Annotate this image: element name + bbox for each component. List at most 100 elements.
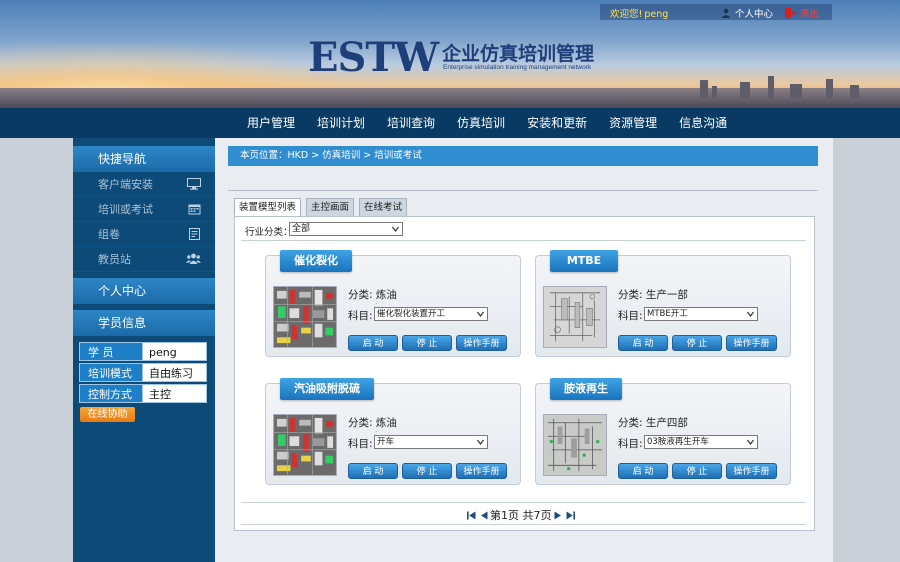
nav-training-query[interactable]: 培训查询 [376, 108, 446, 138]
info-value: 自由练习 [143, 363, 207, 382]
subject-label: 科目: [618, 438, 643, 450]
skyline-building [712, 86, 717, 98]
model-card: 催化裂化 分类: 炼油 科目: 催化裂化装置开工 启 动 停 止 操作手册 [265, 250, 521, 357]
model-thumbnail[interactable] [273, 286, 337, 348]
subject-value: MTBE开工 [647, 309, 688, 319]
sidebar: 快捷导航 客户端安装 培训或考试 组卷 教员站 个人中心 学员信息 学 员 pe… [73, 138, 215, 562]
start-button[interactable]: 启 动 [618, 335, 668, 351]
info-label: 控制方式 [79, 384, 143, 403]
model-category: 分类: 生产一部 [618, 289, 688, 301]
stop-button[interactable]: 停 止 [672, 335, 722, 351]
sidebar-spacer [73, 138, 215, 146]
sidebar-item-label: 客户端安装 [98, 178, 153, 191]
model-thumbnail[interactable] [543, 414, 607, 476]
nav-install-update[interactable]: 安装和更新 [516, 108, 598, 138]
industry-filter-select[interactable]: 全部 [289, 222, 403, 236]
manual-button[interactable]: 操作手册 [456, 335, 507, 351]
welcome-message: 欢迎您! peng [610, 6, 668, 20]
industry-filter-value: 全部 [292, 224, 311, 234]
logout-label: 退出 [800, 9, 820, 20]
last-page-icon[interactable] [566, 511, 575, 520]
tab-main-control-screen[interactable]: 主控画面 [306, 198, 355, 216]
model-card-title: MTBE [550, 250, 618, 272]
subject-label: 科目: [618, 310, 643, 322]
online-help-button[interactable]: 在线协助 [80, 407, 135, 422]
subject-value: 开车 [377, 437, 395, 447]
industry-filter-label: 行业分类： [245, 227, 293, 238]
skyline-building [740, 82, 750, 98]
next-page-icon[interactable] [554, 511, 562, 520]
info-row-control-mode: 控制方式 主控 [79, 384, 207, 403]
profile-label: 个人中心 [735, 9, 774, 20]
nav-training-plan[interactable]: 培训计划 [306, 108, 376, 138]
subject-value: 03胺液再生开车 [647, 437, 709, 447]
model-card: 胺液再生 分类: 生产四部 科目: 03胺液再生开车 启 动 停 止 操作手册 [535, 378, 791, 485]
card-actions: 启 动 停 止 操作手册 [348, 335, 511, 351]
manual-button[interactable]: 操作手册 [726, 463, 777, 479]
skyline-building [768, 76, 774, 98]
nav-simulation-training[interactable]: 仿真培训 [446, 108, 516, 138]
chevron-down-icon [747, 439, 754, 445]
logo-chinese-title: 企业仿真培训管理 [442, 43, 595, 65]
stop-button[interactable]: 停 止 [402, 335, 452, 351]
logo-subtitle: Enterprise simulation training managemen… [443, 64, 592, 71]
main-navigation: 用户管理 培训计划 培训查询 仿真培训 安装和更新 资源管理 信息沟通 [0, 108, 900, 138]
manual-button[interactable]: 操作手册 [456, 463, 507, 479]
nav-info-communication[interactable]: 信息沟通 [668, 108, 738, 138]
subject-select[interactable]: 催化裂化装置开工 [374, 307, 488, 321]
subject-select[interactable]: 03胺液再生开车 [644, 435, 758, 449]
model-thumbnail[interactable] [273, 414, 337, 476]
logo-text: ESTW [308, 34, 439, 81]
sidebar-item-compose-paper[interactable]: 组卷 [73, 222, 215, 247]
model-category: 分类: 炼油 [348, 289, 397, 301]
welcome-text: 欢迎您! [610, 9, 643, 20]
nav-resource-management[interactable]: 资源管理 [598, 108, 668, 138]
logout-link[interactable]: 退出 [785, 6, 819, 20]
person-icon [721, 8, 731, 18]
model-card: MTBE 分类: 生产一部 科目: MTBE开工 启 动 停 止 操作手册 [535, 250, 791, 357]
stop-button[interactable]: 停 止 [402, 463, 452, 479]
start-button[interactable]: 启 动 [348, 335, 398, 351]
chevron-down-icon [477, 311, 484, 317]
users-icon [186, 253, 201, 264]
sidebar-item-instructor-station[interactable]: 教员站 [73, 247, 215, 272]
subject-select[interactable]: 开车 [374, 435, 488, 449]
edit-icon [189, 228, 200, 240]
skyline-building [826, 79, 833, 98]
skyline-building [850, 85, 859, 98]
chevron-down-icon [747, 311, 754, 317]
divider [228, 190, 818, 191]
tab-online-exam[interactable]: 在线考试 [359, 198, 408, 216]
personal-center-header[interactable]: 个人中心 [73, 278, 215, 304]
breadcrumb: 本页位置：HKD > 仿真培训 > 培训或考试 [228, 146, 818, 166]
card-actions: 启 动 停 止 操作手册 [618, 463, 781, 479]
student-info-header: 学员信息 [73, 310, 215, 336]
subject-label: 科目: [348, 310, 373, 322]
sidebar-item-client-install[interactable]: 客户端安装 [73, 172, 215, 197]
city-skyline [0, 88, 900, 108]
calendar-icon [188, 204, 201, 215]
start-button[interactable]: 启 动 [618, 463, 668, 479]
stop-button[interactable]: 停 止 [672, 463, 722, 479]
start-button[interactable]: 启 动 [348, 463, 398, 479]
sidebar-item-training-exam[interactable]: 培训或考试 [73, 197, 215, 222]
sidebar-item-label: 组卷 [98, 228, 120, 241]
main-content: 本页位置：HKD > 仿真培训 > 培训或考试 装置模型列表 主控画面 在线考试… [215, 138, 833, 562]
model-thumbnail[interactable] [543, 286, 607, 348]
divider [241, 524, 806, 525]
model-category: 分类: 生产四部 [618, 417, 688, 429]
model-card: 汽油吸附脱硫 分类: 炼油 科目: 开车 启 动 停 止 操作手册 [265, 378, 521, 485]
sidebar-item-label: 培训或考试 [98, 203, 153, 216]
skyline-building [700, 80, 708, 98]
manual-button[interactable]: 操作手册 [726, 335, 777, 351]
first-page-icon[interactable] [467, 511, 476, 520]
subject-select[interactable]: MTBE开工 [644, 307, 758, 321]
prev-page-icon[interactable] [480, 511, 488, 520]
tab-device-model-list[interactable]: 装置模型列表 [234, 198, 302, 216]
subject-value: 催化裂化装置开工 [377, 309, 446, 319]
welcome-username: peng [644, 9, 669, 20]
nav-user-management[interactable]: 用户管理 [236, 108, 306, 138]
pagination: 第1页 共7页 [465, 507, 577, 523]
info-row-student: 学 员 peng [79, 342, 207, 361]
profile-link[interactable]: 个人中心 [721, 6, 773, 20]
